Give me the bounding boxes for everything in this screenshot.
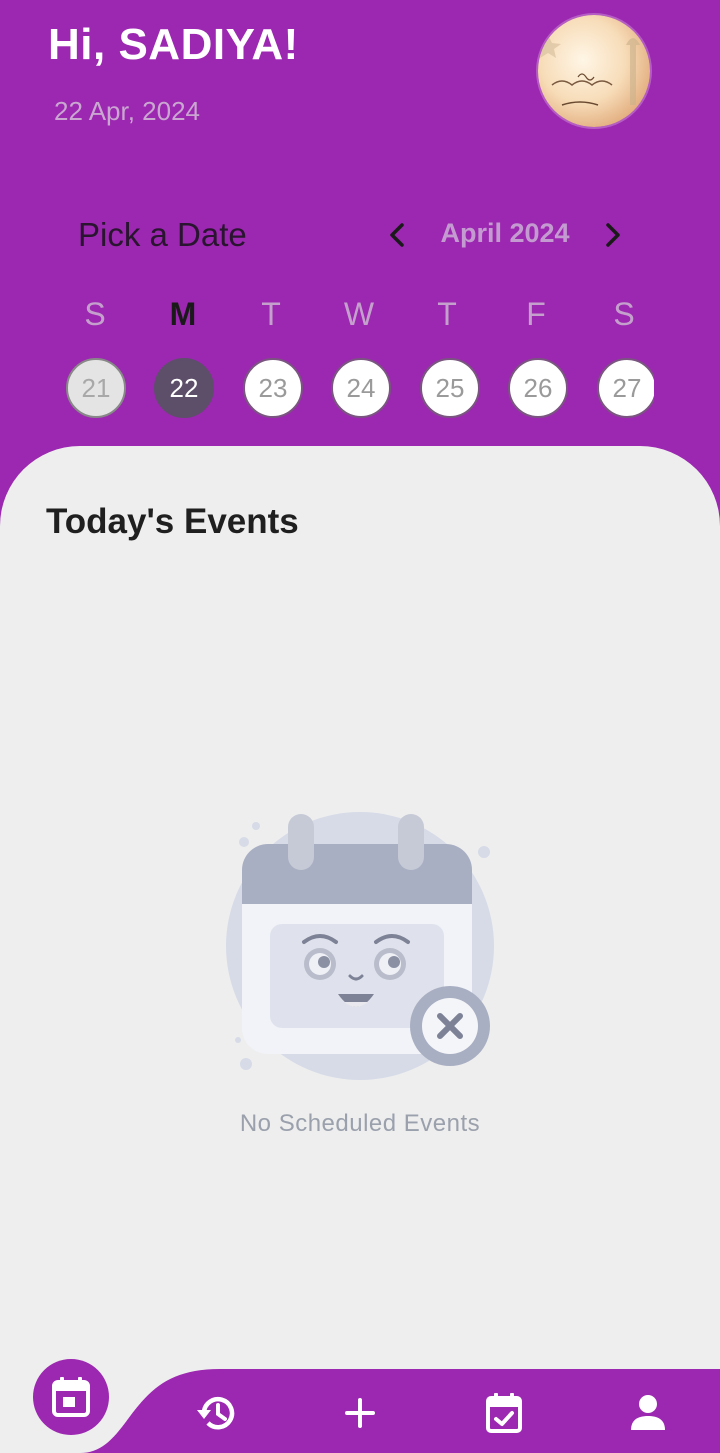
weekday-label: W <box>343 296 375 332</box>
day-button[interactable]: 23 <box>243 358 303 418</box>
weekday-row: S M T W T F S <box>51 296 671 336</box>
weekday-label: S <box>613 296 635 332</box>
nav-calendar-button[interactable] <box>33 1359 109 1435</box>
weekday-label: T <box>437 296 457 332</box>
nav-profile-button[interactable] <box>626 1391 670 1435</box>
chevron-right-icon <box>606 223 620 247</box>
weekday-label: F <box>526 296 546 332</box>
day-button[interactable]: 24 <box>331 358 391 418</box>
add-icon <box>345 1398 375 1428</box>
previous-month-button[interactable] <box>382 218 412 252</box>
header: Hi, SADIYA! 22 Apr, 2024 Pick a Date Apr… <box>0 0 720 470</box>
weekday-label: S <box>84 296 106 332</box>
empty-events-message: No Scheduled Events <box>239 1110 481 1137</box>
day-button[interactable]: 26 <box>508 358 568 418</box>
weekday-label: T <box>261 296 281 332</box>
day-button-selected[interactable]: 22 <box>154 358 214 418</box>
day-button[interactable]: 25 <box>420 358 480 418</box>
avatar[interactable] <box>538 15 650 127</box>
history-icon <box>197 1396 235 1430</box>
nav-add-button[interactable] <box>338 1391 382 1435</box>
nav-events-done-button[interactable] <box>482 1391 526 1435</box>
event-done-icon <box>486 1393 522 1433</box>
profile-icon <box>631 1395 665 1430</box>
empty-calendar-illustration-icon <box>226 812 494 1080</box>
day-button[interactable]: 27 <box>597 358 654 418</box>
calendar-icon <box>52 1377 90 1417</box>
month-label: April 2024 <box>440 218 570 248</box>
eid-mubarak-avatar-icon <box>538 35 640 106</box>
nav-history-button[interactable] <box>194 1391 238 1435</box>
current-date: 22 Apr, 2024 <box>54 96 201 126</box>
chevron-left-icon <box>390 223 404 247</box>
bottom-navigation <box>0 1359 720 1453</box>
day-button[interactable]: 21 <box>66 358 126 418</box>
events-title: Today's Events <box>46 502 299 541</box>
weekday-label: M <box>169 296 197 332</box>
pick-date-title: Pick a Date <box>78 216 247 253</box>
day-selector: 21 22 23 24 25 26 27 <box>0 356 720 420</box>
next-month-button[interactable] <box>598 218 628 252</box>
events-panel: Today's Events No Scheduled Events <box>0 446 720 1370</box>
nav-curve-shape <box>0 1369 220 1453</box>
greeting-title: Hi, SADIYA! <box>48 20 299 69</box>
